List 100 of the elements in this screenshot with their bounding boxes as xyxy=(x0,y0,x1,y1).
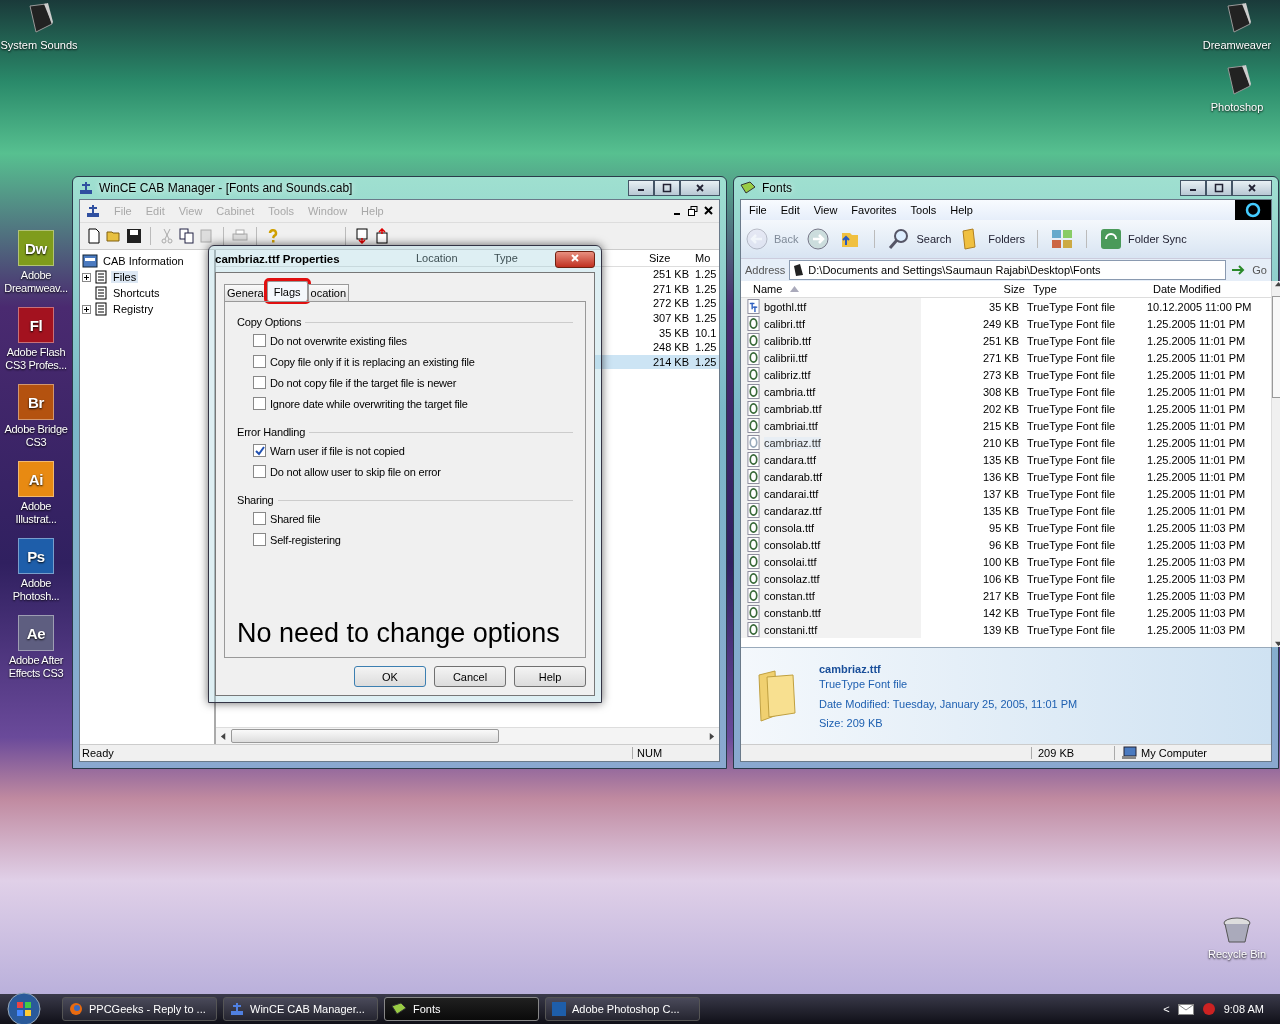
table-cell-text: 1.25 xyxy=(694,297,718,310)
close-icon[interactable] xyxy=(704,206,713,215)
save-icon[interactable] xyxy=(126,228,142,244)
app-badge-icon[interactable]: Ae xyxy=(18,615,54,651)
checkbox[interactable] xyxy=(253,465,266,478)
file-name[interactable]: calibrii.ttf xyxy=(764,351,808,364)
desktop-icon-label[interactable]: Dreamweaver xyxy=(1202,39,1272,52)
desktop-icon-label[interactable]: Adobe Illustrat... xyxy=(0,500,72,526)
app-badge-icon[interactable]: Fl xyxy=(18,307,54,343)
column-header[interactable]: Mo xyxy=(689,252,719,264)
scroll-arrow-icon[interactable] xyxy=(220,732,227,740)
checkbox[interactable] xyxy=(253,376,266,389)
desktop-icon-label[interactable]: Adobe Dreamweav... xyxy=(0,269,72,295)
scroll-arrow-icon[interactable] xyxy=(708,732,715,740)
file-name[interactable]: calibri.ttf xyxy=(764,317,805,330)
clock[interactable]: 9:08 AM xyxy=(1223,1003,1264,1015)
dialog-button[interactable]: Help xyxy=(514,666,586,687)
minimize-button[interactable] xyxy=(628,180,654,196)
column-header[interactable]: Date Modified xyxy=(1145,283,1271,295)
go-button[interactable]: Go xyxy=(1230,263,1267,277)
scroll-arrow-icon[interactable] xyxy=(1274,281,1280,288)
file-name[interactable]: cambriaz.ttf xyxy=(764,436,821,449)
tree-item[interactable]: Shortcuts xyxy=(111,287,162,299)
arrow-icon xyxy=(1230,263,1247,277)
taskbar-button[interactable]: Fonts xyxy=(384,997,539,1021)
font-file-icon xyxy=(747,588,760,603)
app-badge-icon[interactable]: Ps xyxy=(18,538,54,574)
horizontal-scrollbar[interactable] xyxy=(216,727,719,744)
desktop-icon-label[interactable]: Adobe Flash CS3 Profes... xyxy=(0,346,72,372)
app-badge-icon[interactable]: Br xyxy=(18,384,54,420)
maximize-icon xyxy=(662,183,672,193)
menu-item[interactable]: Help xyxy=(950,204,973,216)
minimize-button[interactable] xyxy=(1180,180,1206,196)
desktop-icon-label[interactable]: Adobe Photosh... xyxy=(0,577,72,603)
taskbar-button[interactable]: Adobe Photoshop C... xyxy=(545,997,700,1021)
desktop-icon-label[interactable]: Adobe Bridge CS3 xyxy=(0,423,72,449)
checkbox[interactable] xyxy=(253,397,266,410)
expand-toggle[interactable] xyxy=(82,304,91,314)
tray-expand-button[interactable]: < xyxy=(1163,1003,1170,1015)
envelope-icon[interactable] xyxy=(1177,1003,1194,1015)
menu-item[interactable]: File xyxy=(749,204,767,216)
folder-sync-button[interactable]: Folder Sync xyxy=(1099,227,1187,251)
size-cell-text: 210 KB xyxy=(981,436,1019,449)
address-field[interactable]: D:\Documents and Settings\Saumaun Rajabi\Desktop\Fonts xyxy=(789,260,1227,280)
views-button[interactable] xyxy=(1050,227,1074,251)
maximize-button[interactable] xyxy=(1206,180,1232,196)
file-name[interactable]: calibriz.ttf xyxy=(764,368,811,381)
dialog-button[interactable]: Cancel xyxy=(434,666,506,687)
size-cell-text: 271 KB xyxy=(981,351,1019,364)
checkbox[interactable] xyxy=(253,444,266,457)
tree-item[interactable]: CAB Information xyxy=(101,255,186,267)
scroll-arrow-icon[interactable] xyxy=(1274,640,1280,647)
menu-item[interactable]: Favorites xyxy=(851,204,897,216)
menu-item[interactable]: Tools xyxy=(910,204,937,216)
desktop-icon-label[interactable]: Adobe After Effects CS3 xyxy=(0,654,72,680)
menu-item[interactable]: Edit xyxy=(780,204,800,216)
close-button[interactable] xyxy=(680,180,720,196)
checkbox[interactable] xyxy=(253,334,266,347)
checkbox-label: Do not overwrite existing files xyxy=(270,334,407,347)
new-file-icon[interactable] xyxy=(86,228,102,244)
maximize-button[interactable] xyxy=(654,180,680,196)
checkbox[interactable] xyxy=(253,512,266,525)
dialog-button[interactable]: OK xyxy=(354,666,426,687)
fonts-folder-icon xyxy=(391,1002,407,1016)
column-header[interactable]: Size xyxy=(927,283,1025,295)
folders-button[interactable]: Folders xyxy=(959,227,1025,251)
search-button[interactable]: Search xyxy=(887,227,952,251)
tree-item[interactable]: Registry xyxy=(111,303,156,315)
column-header[interactable]: Type xyxy=(1025,283,1145,295)
document-down-arrow-icon[interactable] xyxy=(354,228,370,244)
column-header[interactable]: Name xyxy=(741,283,927,295)
expand-toggle[interactable] xyxy=(82,272,91,282)
taskbar-button[interactable]: PPCGeeks - Reply to ... xyxy=(62,997,217,1021)
menu-item[interactable]: View xyxy=(813,204,838,216)
forward-button[interactable] xyxy=(806,227,831,251)
tree-item[interactable]: Files xyxy=(111,271,139,283)
details-date-modified: Date Modified: Tuesday, January 25, 2005, 11:01 PM xyxy=(819,698,1078,710)
font-file-icon xyxy=(747,299,760,314)
start-button[interactable] xyxy=(6,991,42,1024)
column-header[interactable]: Location xyxy=(416,252,494,264)
tab[interactable]: Genera xyxy=(224,284,267,301)
column-header[interactable]: Type xyxy=(494,252,534,264)
type-cell-text: TrueType Font file xyxy=(1026,334,1117,347)
date-cell-text: 1.25.2005 11:03 PM xyxy=(1146,538,1247,551)
font-file-icon xyxy=(747,367,760,382)
checkbox[interactable] xyxy=(253,355,266,368)
tab[interactable]: Flags xyxy=(266,281,308,301)
tab[interactable]: ocation xyxy=(307,284,350,301)
desktop-icon-label[interactable]: System Sounds xyxy=(0,39,78,52)
checkbox-label: Do not copy file if the target file is newer xyxy=(270,376,457,389)
checkbox[interactable] xyxy=(253,533,266,546)
file-name[interactable]: bgothl.ttf xyxy=(764,300,807,313)
copy-icon[interactable] xyxy=(179,228,195,244)
document-up-arrow-icon[interactable] xyxy=(374,228,390,244)
column-header[interactable]: Size xyxy=(641,252,689,264)
taskbar-button[interactable]: WinCE CAB Manager... xyxy=(223,997,378,1021)
recycle-bin-icon xyxy=(1221,915,1253,945)
shield-icon[interactable] xyxy=(1201,1002,1216,1016)
restore-icon[interactable] xyxy=(688,206,698,216)
close-button[interactable] xyxy=(1232,180,1272,196)
